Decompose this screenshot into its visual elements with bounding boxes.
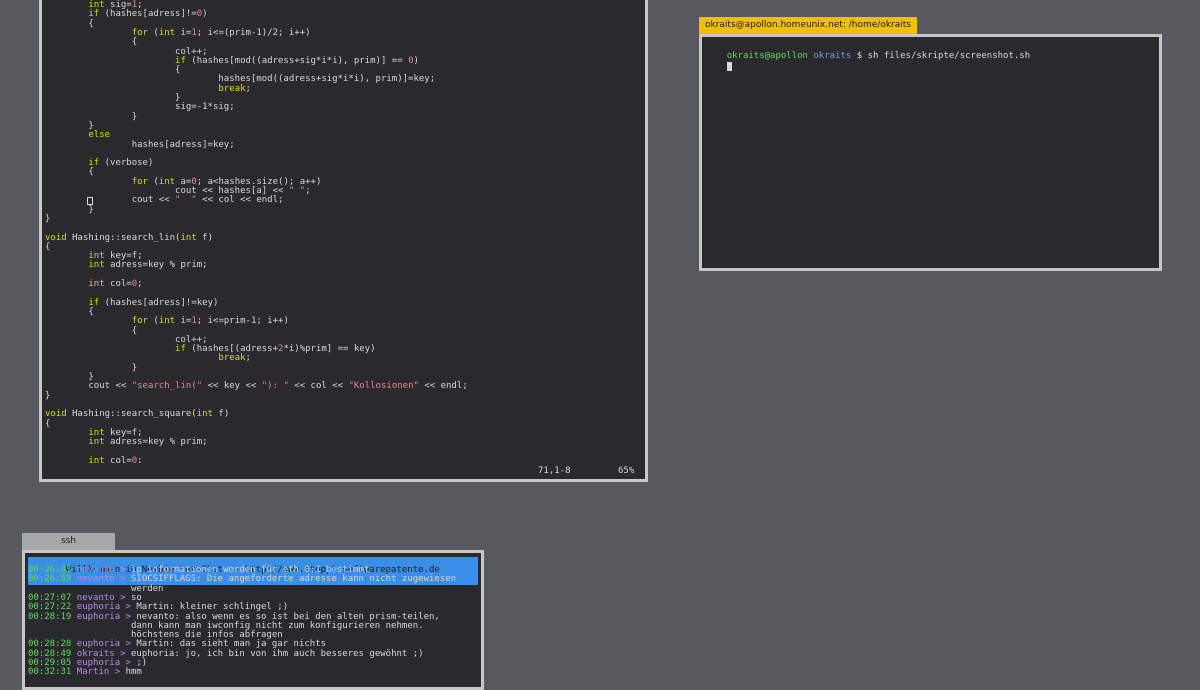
chat-nick: Martin > <box>76 667 121 678</box>
editor-cursor <box>87 197 93 206</box>
chat-timestamp: 00:32:31 <box>28 667 72 678</box>
code-line: int col=0; <box>88 279 143 289</box>
chat-timestamp: 00:28:19 <box>28 611 72 622</box>
terminal-tab[interactable]: okraits@apollon.homeunix.net: /home/okra… <box>699 17 917 34</box>
terminal-prompt-line: okraits@apollon okraits $ sh files/skrip… <box>705 40 1030 73</box>
ssh-tab-label: ssh <box>60 536 77 546</box>
chat-window[interactable]: Willkommen im Newbie-net-Chat -- http://… <box>22 550 484 690</box>
chat-timestamp: 00:26:59 <box>28 574 72 585</box>
terminal-cursor <box>726 62 732 71</box>
terminal-window[interactable]: okraits@apollon okraits $ sh files/skrip… <box>699 34 1162 271</box>
editor-window[interactable]: int sig=1; if (hashes[adress]!=0) { for … <box>39 0 648 482</box>
editor-scroll-percent: 65% <box>618 466 635 476</box>
code-line: cout << "search_lin(" << key << "): " <<… <box>45 381 468 392</box>
prompt-user: okraits@apollon <box>726 51 808 61</box>
code-line: int col=0; <box>88 455 143 463</box>
code-line: void Hashing::search_square(int f) <box>45 409 230 420</box>
chat-log[interactable]: Willkommen im Newbie-net-Chat -- http://… <box>25 553 481 687</box>
terminal-command: sh files/skripte/screenshot.sh <box>867 51 1031 61</box>
code-line: void Hashing::search_lin(int f) <box>45 232 214 243</box>
code-line: int adress=key % prim; <box>88 437 208 448</box>
chat-nick: nevanto > <box>76 574 126 585</box>
code-line: int adress=key % prim; <box>88 260 208 271</box>
code-line: } <box>45 390 51 401</box>
code-line: } <box>45 204 94 215</box>
chat-nick: euphoria > <box>76 611 131 622</box>
editor-code-area[interactable]: int sig=1; if (hashes[adress]!=0) { for … <box>45 0 642 463</box>
code-line: hashes[adress]=key; <box>45 139 235 150</box>
terminal-cursor-line[interactable] <box>705 51 732 84</box>
prompt-symbol: $ <box>856 51 863 61</box>
chat-message: 00:32:31 Martin > hmm <box>28 668 142 677</box>
terminal-tab-title: okraits@apollon.homeunix.net: /home/okra… <box>705 20 911 30</box>
editor-cursor-position: 71,1-8 <box>538 466 571 476</box>
chat-text: SIOCSIFFLAGS: Die angeforderte adresse k… <box>130 574 457 585</box>
code-line: } <box>45 213 51 224</box>
ssh-tab[interactable]: ssh <box>22 533 115 550</box>
prompt-dir: okraits <box>813 51 852 61</box>
chat-text: euphoria: jo, ich bin von ihm auch besse… <box>130 648 424 659</box>
chat-text: hmm <box>125 667 142 678</box>
